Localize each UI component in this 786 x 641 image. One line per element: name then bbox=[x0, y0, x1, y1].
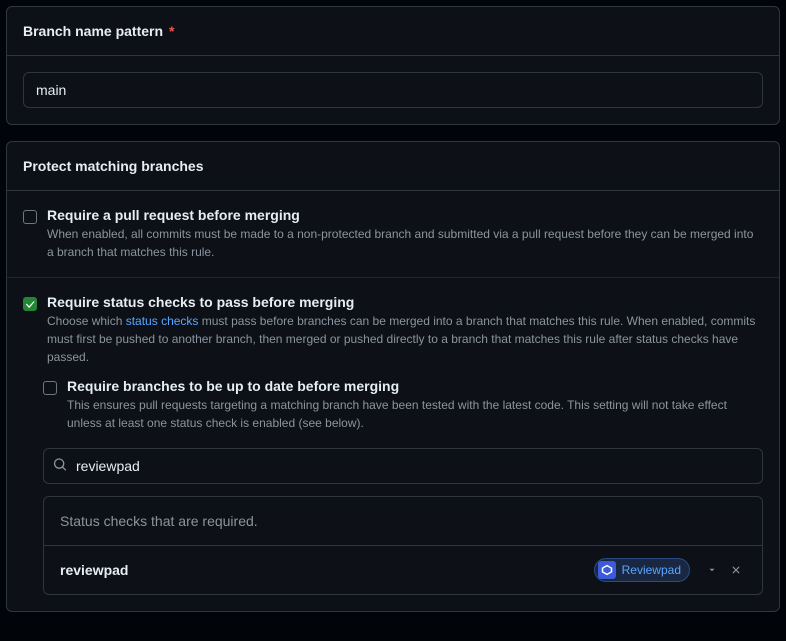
checkbox-up-to-date[interactable] bbox=[43, 381, 57, 395]
required-status-header: Status checks that are required. bbox=[44, 497, 762, 546]
nested-block: Require branches to be up to date before… bbox=[23, 366, 763, 595]
protect-header: Protect matching branches bbox=[7, 142, 779, 191]
rule-desc-up-to-date: This ensures pull requests targeting a m… bbox=[67, 396, 763, 432]
branch-pattern-label: Branch name pattern bbox=[23, 23, 163, 39]
branch-pattern-input[interactable] bbox=[23, 72, 763, 108]
remove-status-button[interactable] bbox=[726, 560, 746, 580]
rule-title-require-pr: Require a pull request before merging bbox=[47, 207, 763, 223]
rule-desc-require-pr: When enabled, all commits must be made t… bbox=[47, 225, 763, 261]
rule-title-require-status: Require status checks to pass before mer… bbox=[47, 294, 763, 310]
caret-down-icon[interactable] bbox=[702, 560, 722, 580]
required-status-box: Status checks that are required. reviewp… bbox=[43, 496, 763, 595]
rule-content: Require a pull request before merging Wh… bbox=[47, 207, 763, 261]
rule-require-pr: Require a pull request before merging Wh… bbox=[7, 191, 779, 278]
app-badge-reviewpad[interactable]: Reviewpad bbox=[594, 558, 690, 582]
rule-content: Require status checks to pass before mer… bbox=[47, 294, 763, 366]
checkbox-require-pr[interactable] bbox=[23, 210, 37, 224]
rule-desc-require-status: Choose which status checks must pass bef… bbox=[47, 312, 763, 366]
branch-pattern-body bbox=[7, 56, 779, 124]
reviewpad-logo-icon bbox=[598, 561, 616, 579]
required-asterisk: * bbox=[169, 23, 174, 39]
status-row: reviewpad Reviewpad bbox=[44, 546, 762, 594]
rule-up-to-date: Require branches to be up to date before… bbox=[43, 378, 763, 432]
status-search-input[interactable] bbox=[43, 448, 763, 484]
status-check-name: reviewpad bbox=[60, 562, 594, 578]
protect-card: Protect matching branches Require a pull… bbox=[6, 141, 780, 612]
status-search-wrap bbox=[43, 448, 763, 484]
rule-title-up-to-date: Require branches to be up to date before… bbox=[67, 378, 763, 394]
checkbox-require-status[interactable] bbox=[23, 297, 37, 311]
status-checks-link[interactable]: status checks bbox=[126, 314, 199, 328]
rule-require-status: Require status checks to pass before mer… bbox=[7, 278, 779, 611]
app-badge-label: Reviewpad bbox=[622, 563, 681, 577]
branch-pattern-card: Branch name pattern * bbox=[6, 6, 780, 125]
branch-pattern-header: Branch name pattern * bbox=[7, 7, 779, 56]
rule-content: Require branches to be up to date before… bbox=[67, 378, 763, 432]
search-icon bbox=[53, 458, 67, 475]
desc-pre: Choose which bbox=[47, 314, 126, 328]
